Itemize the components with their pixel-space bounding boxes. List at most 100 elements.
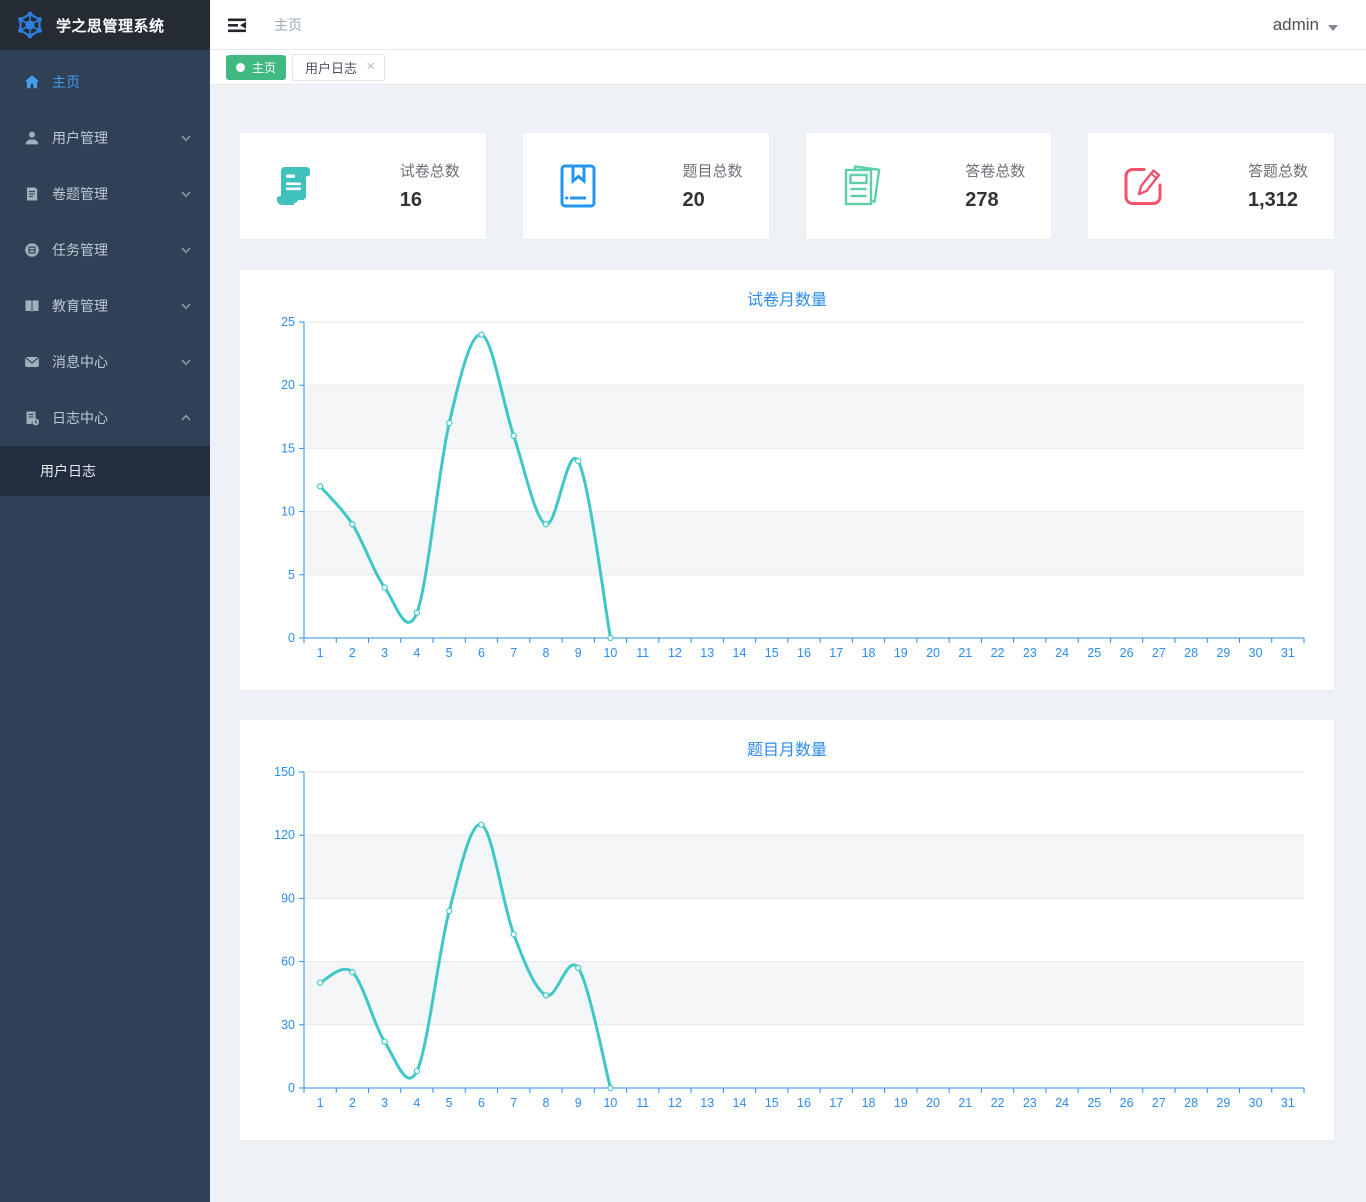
data-point (381, 1038, 388, 1045)
sidebar-item-label: 任务管理 (52, 242, 108, 258)
x-tick-label: 15 (765, 1096, 779, 1110)
sidebar-subitem-user-log[interactable]: 用户日志 (0, 446, 210, 496)
x-tick-label: 31 (1281, 646, 1295, 660)
x-tick-label: 27 (1152, 646, 1166, 660)
card-text: 答题总数 1,312 (1248, 160, 1308, 212)
grid-band (304, 385, 1304, 449)
x-tick-label: 28 (1184, 646, 1198, 660)
y-tick-label: 30 (281, 1018, 295, 1032)
tab-home-tag[interactable]: 主页 (226, 54, 287, 80)
sidebar-menu: 主页 用户管理卷题管理任务管理教育管理消息中心日志中心用户日志 (0, 50, 210, 1202)
x-tick-label: 8 (542, 1096, 549, 1110)
x-tick-label: 14 (733, 646, 747, 660)
sidebar-item-task-mgmt[interactable]: 任务管理 (0, 222, 210, 278)
close-icon[interactable]: ✕ (366, 61, 375, 73)
x-tick-label: 3 (381, 646, 388, 660)
x-tick-label: 6 (478, 646, 485, 660)
data-point (445, 907, 453, 915)
x-tick-label: 24 (1055, 646, 1069, 660)
chart-title-question: 题目月数量 (746, 742, 827, 759)
education-icon (24, 298, 40, 314)
chart-title-exam: 试卷月数量 (746, 292, 827, 309)
x-tick-label: 15 (765, 646, 779, 660)
data-point (349, 521, 356, 528)
tag-dot-icon (236, 62, 245, 72)
chevron-down-icon (180, 188, 192, 200)
app-title: 学之思管理系统 (56, 17, 165, 35)
x-tick-label: 22 (991, 1096, 1005, 1110)
stat-label: 答卷总数 (965, 163, 1026, 180)
x-tick-label: 10 (603, 1096, 617, 1110)
x-tick-label: 18 (862, 646, 876, 660)
x-tick-label: 12 (668, 646, 682, 660)
chevron-down-icon (180, 300, 192, 312)
x-tick-label: 29 (1216, 1096, 1230, 1110)
sidebar-item-home[interactable]: 主页 (0, 54, 210, 110)
grid-band (304, 511, 1304, 575)
data-point (445, 419, 453, 427)
stat-card-2: 答卷总数 278 (805, 133, 1052, 239)
app-logo-icon (14, 9, 46, 41)
x-tick-label: 8 (542, 646, 549, 660)
x-tick-label: 4 (413, 646, 420, 660)
stat-label: 题目总数 (682, 163, 743, 180)
data-point (349, 968, 356, 976)
sidebar-item-paper-mgmt[interactable]: 卷题管理 (0, 166, 210, 222)
sidebar-item-log-center[interactable]: 日志中心 (0, 390, 210, 446)
x-tick-label: 1 (317, 646, 324, 660)
logo-bar: 学之思管理系统 (0, 0, 210, 50)
message-icon (24, 354, 40, 370)
data-point (607, 634, 614, 642)
x-tick-label: 20 (926, 646, 940, 660)
data-point (413, 609, 421, 616)
sidebar-subitem-label: 用户日志 (40, 463, 96, 479)
sidebar-item-label: 卷题管理 (52, 186, 108, 202)
x-tick-label: 2 (349, 1096, 356, 1110)
sidebar-item-label: 消息中心 (52, 354, 108, 370)
x-tick-label: 7 (510, 1096, 517, 1110)
x-tick-label: 16 (797, 646, 811, 660)
breadcrumb[interactable]: 主页 (274, 15, 302, 35)
question-monthly-panel: 题目月数量 0 30 60 90 120 150 1 2 3 4 5 6 7 8 9 10 11 12 13 14 15… (240, 720, 1334, 1140)
grid-band (304, 961, 1304, 1025)
x-tick-label: 14 (733, 1096, 747, 1110)
stat-value: 1,312 (1247, 189, 1299, 211)
x-tick-label: 20 (926, 1096, 940, 1110)
x-tick-label: 23 (1023, 1096, 1037, 1110)
chevron-up-icon (180, 412, 192, 424)
x-tick-label: 28 (1184, 1096, 1198, 1110)
username-label: admin (1272, 14, 1319, 34)
stat-value: 278 (965, 189, 999, 211)
x-tick-label: 17 (829, 1096, 843, 1110)
user-dropdown[interactable]: admin (1273, 15, 1338, 35)
y-tick-label: 25 (281, 315, 295, 329)
menu-fold-icon[interactable] (226, 14, 248, 36)
x-tick-label: 5 (446, 646, 453, 660)
y-tick-label: 15 (281, 441, 295, 455)
data-point (316, 979, 324, 986)
x-tick-label: 9 (575, 1096, 582, 1110)
x-tick-label: 24 (1055, 1096, 1069, 1110)
paper-icon (24, 186, 40, 202)
x-tick-label: 11 (636, 1096, 649, 1110)
exam-monthly-chart-svg: 05101520251 2 3 4 5 6 7 8 9 10 11 12 13 14 15 16 17 18 19 2… (281, 315, 1305, 660)
x-tick-label: 3 (381, 1096, 388, 1110)
x-tick-label: 1 (317, 1096, 324, 1110)
tab-label: 用户日志 (305, 60, 358, 76)
card-text: 答卷总数 278 (965, 160, 1025, 212)
data-point (381, 584, 388, 591)
tab-1[interactable]: 用户日志 ✕ (292, 53, 386, 81)
data-point (316, 483, 324, 490)
x-tick-label: 7 (510, 646, 517, 660)
x-tick-label: 21 (958, 646, 972, 660)
sidebar-item-edu-mgmt[interactable]: 教育管理 (0, 278, 210, 334)
y-tick-label: 10 (281, 505, 295, 519)
y-tick-label: 150 (274, 765, 295, 779)
y-tick-label: 20 (281, 378, 295, 392)
data-point (607, 1084, 614, 1092)
sidebar-item-label: 教育管理 (52, 298, 108, 314)
log-icon (24, 410, 40, 426)
x-tick-label: 2 (349, 646, 356, 660)
sidebar-item-message-center[interactable]: 消息中心 (0, 334, 210, 390)
sidebar-item-user-mgmt[interactable]: 用户管理 (0, 110, 210, 166)
